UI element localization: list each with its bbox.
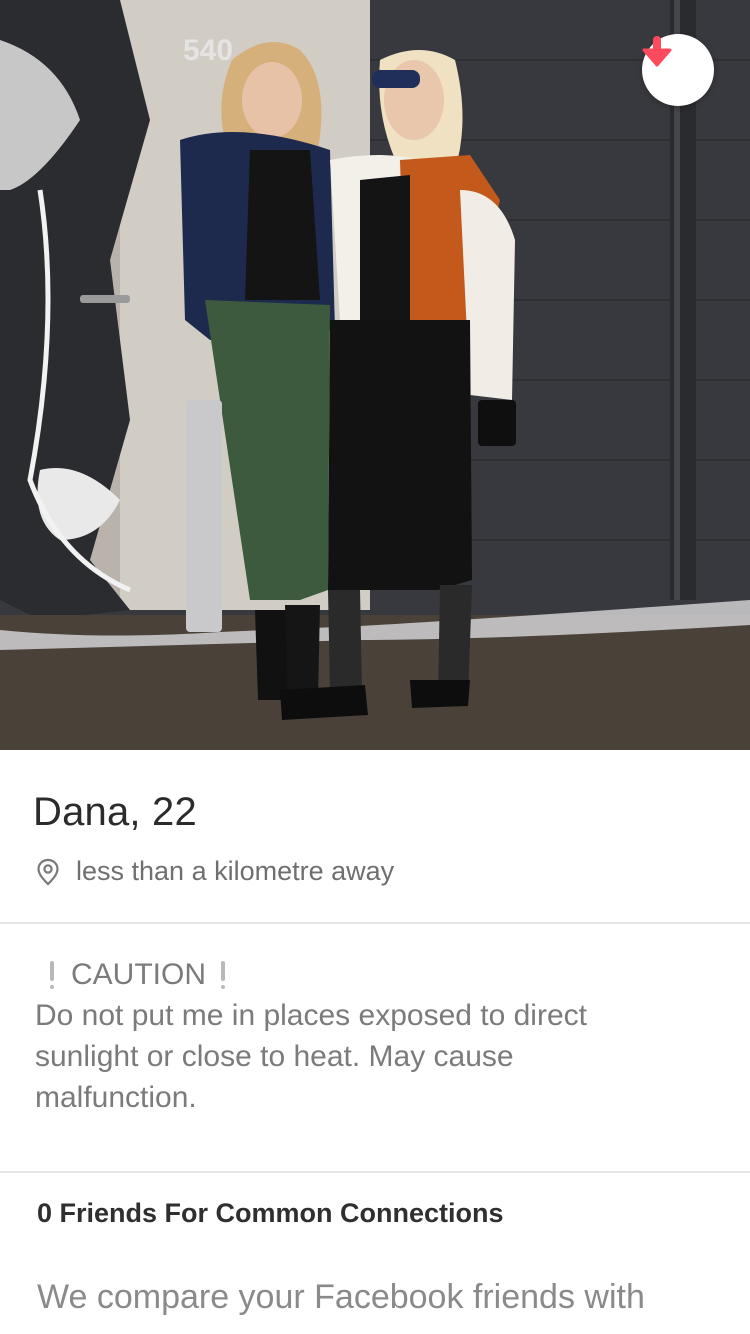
exclamation-icon xyxy=(216,958,230,992)
location-pin-icon xyxy=(37,858,59,885)
section-divider xyxy=(0,1171,750,1173)
bio-line: sunlight or close to heat. May cause xyxy=(35,1040,514,1073)
caution-heading: CAUTION xyxy=(35,954,725,995)
section-divider xyxy=(0,922,750,924)
bio-line: Do not put me in places exposed to direc… xyxy=(35,999,587,1032)
profile-photo-illustration: 540 xyxy=(0,0,750,750)
bio-line: malfunction. xyxy=(35,1081,197,1114)
distance-text: less than a kilometre away xyxy=(76,856,395,886)
profile-info: Dana, 22 less than a kilometre away xyxy=(0,750,750,922)
profile-photo[interactable]: 540 xyxy=(0,0,750,750)
profile-name-age: Dana, 22 xyxy=(33,790,197,834)
collapse-profile-button[interactable] xyxy=(642,34,714,106)
caution-label: CAUTION xyxy=(71,958,206,991)
common-connections-description: We compare your Facebook friends with xyxy=(37,1278,645,1316)
arrow-down-icon xyxy=(642,36,672,67)
distance-row: less than a kilometre away xyxy=(36,856,394,887)
profile-bio: CAUTION Do not put me in places exposed … xyxy=(35,954,725,1118)
exclamation-icon xyxy=(45,958,59,992)
common-connections-title: 0 Friends For Common Connections xyxy=(37,1198,504,1228)
door-number: 540 xyxy=(183,34,233,67)
